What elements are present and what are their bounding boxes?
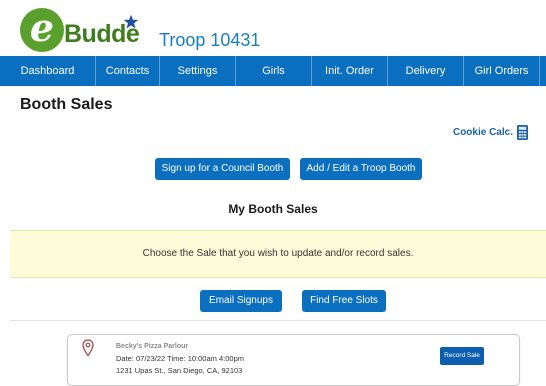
nav-item-init-order[interactable]: Init. Order [312,56,388,86]
council-booth-signup-button[interactable]: Sign up for a Council Booth [155,158,290,180]
cookie-calc-link[interactable]: Cookie Calc. [453,125,528,140]
main-nav: Dashboard Contacts Settings Girls Init. … [0,56,546,86]
nav-item-settings[interactable]: Settings [160,56,236,86]
record-sale-button[interactable]: Record Sale [440,347,484,365]
nav-item-contacts[interactable]: Contacts [96,56,160,86]
calculator-icon [517,125,528,140]
booth-address: 1231 Upas St., San Diego, CA, 92103 [116,366,243,375]
instruction-banner: Choose the Sale that you wish to update … [10,230,546,278]
section-divider [10,320,546,321]
instruction-text: Choose the Sale that you wish to update … [142,248,414,259]
booth-card[interactable]: Becky's Pizza Parlour Date: 07/23/22 Tim… [67,334,520,386]
my-booth-sales-heading: My Booth Sales [228,202,318,216]
nav-item-delivery[interactable]: Delivery [388,56,464,86]
star-icon [123,14,139,29]
page-title: Booth Sales [20,96,113,113]
troop-booth-edit-button[interactable]: Add / Edit a Troop Booth [300,158,422,180]
nav-item-dashboard[interactable]: Dashboard [0,56,96,86]
logo-e-mark: e [20,8,64,52]
booth-date-time: Date: 07/23/22 Time: 10:00am 4:00pm [116,354,244,363]
email-signups-button[interactable]: Email Signups [200,290,282,312]
find-free-slots-button[interactable]: Find Free Slots [302,290,386,312]
ebudde-logo[interactable]: e Budde [20,8,150,56]
troop-title: Troop 10431 [159,30,261,50]
app-header: e Budde Troop 10431 [0,0,546,56]
nav-item-girl-orders[interactable]: Girl Orders [464,56,540,86]
nav-item-girls[interactable]: Girls [236,56,312,86]
location-pin-icon [82,339,94,357]
cookie-calc-label: Cookie Calc. [452,127,513,138]
booth-name: Becky's Pizza Parlour [116,343,189,350]
